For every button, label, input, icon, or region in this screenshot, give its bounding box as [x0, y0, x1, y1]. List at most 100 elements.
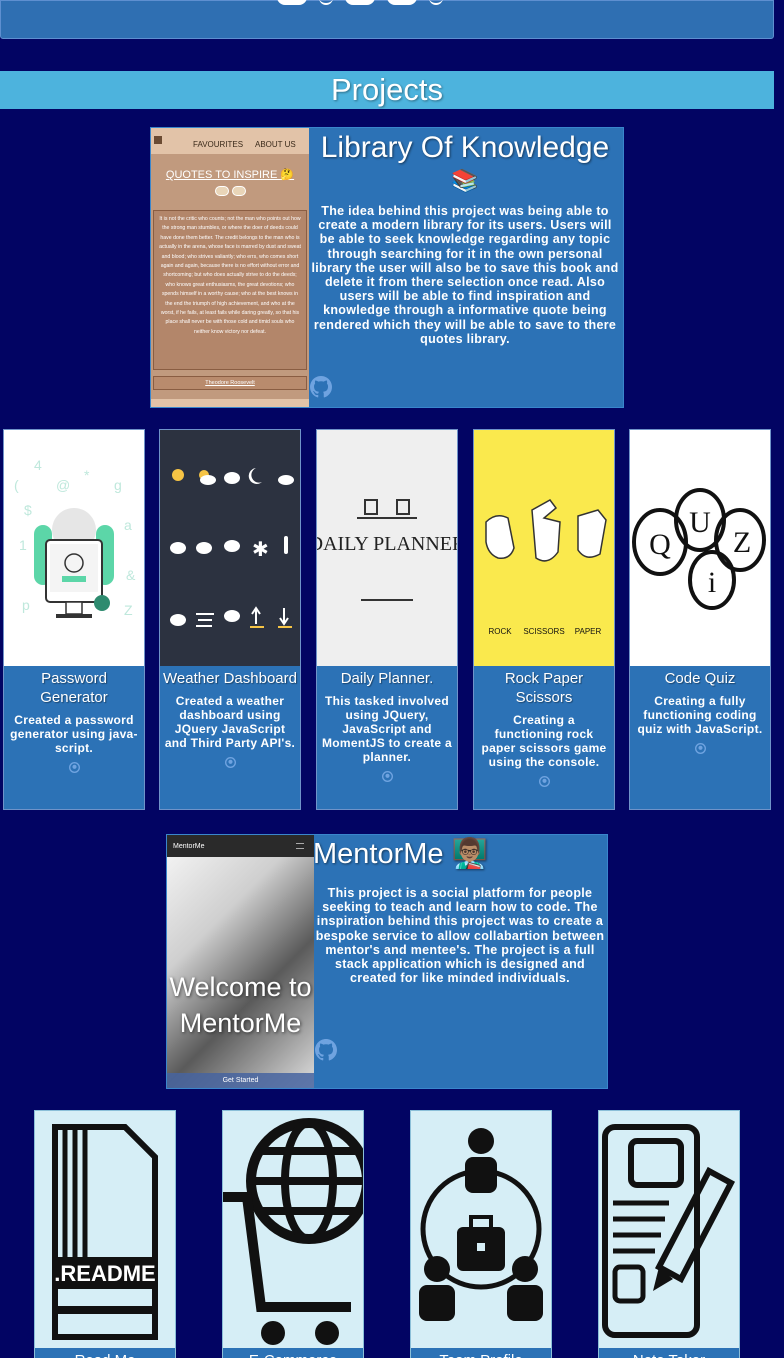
add-icon	[214, 186, 229, 196]
stack-icon[interactable]	[429, 0, 443, 5]
svg-text:p: p	[22, 597, 30, 613]
screenshot-nav: FAVOURITES ABOUT US	[151, 128, 309, 154]
screenshot-heading: QUOTES TO INSPIRE 🤔	[165, 169, 295, 181]
readme-image[interactable]: .README	[35, 1111, 175, 1347]
password-generator-card: (4 * g $ a 1 & p Z @ Password Generator Created…	[3, 429, 145, 810]
card-title: Weather Dashboard	[163, 670, 297, 687]
rock-paper-scissors-card: ROCK SCISSORS PAPER Rock Paper Scissors …	[473, 429, 615, 810]
rock-paper-scissors-image[interactable]: ROCK SCISSORS PAPER	[474, 430, 614, 666]
refresh-icon	[231, 186, 246, 196]
library-text: Library Of Knowledge 📚 The idea behind t…	[307, 128, 623, 409]
screenshot-footer	[151, 399, 309, 407]
card-title: Code Quiz	[664, 670, 736, 687]
css-icon[interactable]	[387, 0, 417, 5]
note-taker-image[interactable]	[599, 1111, 739, 1347]
github-icon[interactable]	[694, 743, 706, 754]
projects-heading: Projects	[0, 71, 774, 109]
weather-dashboard-image[interactable]: ✱	[160, 430, 300, 666]
rps-label-rock: ROCK	[488, 627, 512, 636]
svg-text:g: g	[114, 477, 122, 493]
readme-file-icon: .README	[52, 1124, 158, 1340]
card-description: Created a weather dashboard using JQuery…	[164, 694, 296, 750]
screenshot-nav-item: FAVOURITES	[193, 140, 244, 149]
quiz-letter-q: Q	[649, 528, 671, 561]
card-description: Created a password generator using java-…	[10, 713, 138, 755]
password-generator-image[interactable]: (4 * g $ a 1 & p Z @	[4, 430, 144, 666]
mentorme-screenshot[interactable]: MentorMe Welcome to MentorMe Get Started	[167, 835, 314, 1088]
weather-icons-grid: ✱	[170, 468, 294, 628]
get-started-button: Get Started	[167, 1073, 314, 1088]
quiz-letter-u: U	[689, 506, 711, 539]
planner-illustration: DAILY PLANNER	[317, 499, 457, 601]
screenshot-buttons	[151, 186, 309, 196]
note-pencil-icon	[602, 1124, 736, 1338]
readme-card: .README Read Me	[34, 1110, 176, 1358]
github-icon[interactable]	[538, 776, 550, 787]
hands-illustration: ROCK SCISSORS PAPER	[485, 499, 607, 636]
ecommerce-image[interactable]	[223, 1111, 363, 1347]
planner-image-text-1: DAILY PLANNER	[317, 533, 457, 555]
linkedin-icon[interactable]	[277, 0, 307, 5]
github-icon[interactable]	[310, 376, 332, 398]
daily-planner-image[interactable]: DAILY PLANNER	[317, 430, 457, 666]
mentorme-text: MentorMe 👨🏽‍🏫 This project is a social p…	[313, 835, 607, 1090]
card-title: Team Profile	[411, 1348, 551, 1358]
svg-text:a: a	[124, 517, 132, 533]
card-title: E-Commerce	[223, 1348, 363, 1358]
screenshot-brand: MentorMe	[173, 843, 205, 850]
code-quiz-card: Q U i Z Code Quiz Creating a fully funct…	[629, 429, 771, 810]
card-title: Password Generator	[40, 670, 108, 706]
note-taker-card: Note Taker	[598, 1110, 740, 1358]
ecommerce-card: E-Commerce	[222, 1110, 364, 1358]
card-description: Creating a functioning rock paper scisso…	[481, 713, 607, 769]
readme-image-text: .README	[54, 1261, 155, 1286]
card-title: Rock Paper Scissors	[504, 670, 584, 706]
html-icon[interactable]	[345, 0, 375, 5]
quiz-bubbles: Q U i Z	[632, 488, 766, 610]
team-icon	[419, 1128, 543, 1321]
rps-label-scissors: SCISSORS	[523, 627, 564, 636]
weather-dashboard-card: ✱ Weather Dashboard Created a weather da…	[159, 429, 301, 810]
quiz-letter-i: i	[708, 566, 716, 599]
screenshot-author: Theodore Roosevelt	[153, 376, 307, 390]
code-quiz-image[interactable]: Q U i Z	[630, 430, 770, 666]
library-screenshot[interactable]: FAVOURITES ABOUT US QUOTES TO INSPIRE 🤔 …	[151, 128, 309, 407]
github-icon[interactable]	[319, 0, 333, 5]
team-profile-card: Team Profile	[410, 1110, 552, 1358]
svg-text:Z: Z	[124, 602, 133, 618]
svg-text:1: 1	[19, 537, 27, 553]
github-icon[interactable]	[381, 771, 393, 782]
card-description: Creating a fully functioning coding quiz…	[637, 694, 763, 736]
card-title: Read Me	[35, 1348, 175, 1358]
svg-text:4: 4	[34, 457, 42, 473]
top-nav-bar	[0, 0, 774, 39]
books-emoji: 📚	[451, 168, 479, 193]
svg-text:(: (	[14, 477, 19, 493]
screenshot-nav: MentorMe	[167, 835, 314, 857]
mentorme-title: MentorMe 👨🏽‍🏫	[313, 838, 488, 870]
hamburger-icon	[296, 843, 304, 849]
svg-text:*: *	[84, 467, 90, 483]
screenshot-hero: Welcome to MentorMe Get Started	[167, 857, 314, 1088]
library-description: The idea behind this project was being a…	[311, 204, 619, 346]
social-icons	[277, 0, 443, 5]
quiz-letter-z: Z	[733, 526, 751, 559]
card-title: Note Taker	[599, 1348, 739, 1358]
daily-planner-card: DAILY PLANNER Daily Planner. This tasked…	[316, 429, 458, 810]
github-icon[interactable]	[224, 757, 236, 768]
team-profile-image[interactable]	[411, 1111, 551, 1347]
github-icon[interactable]	[315, 1039, 337, 1061]
card-title: Daily Planner.	[340, 670, 434, 687]
mentorme-project-card: MentorMe Welcome to MentorMe Get Started…	[166, 834, 608, 1089]
mentorme-description: This project is a social platform for pe…	[315, 886, 605, 986]
github-icon[interactable]	[68, 762, 80, 773]
svg-text:$: $	[24, 502, 32, 518]
library-title: Library Of Knowledge	[320, 131, 610, 164]
library-project-card: FAVOURITES ABOUT US QUOTES TO INSPIRE 🤔 …	[150, 127, 624, 408]
card-description: This tasked involved using JQuery, JavaS…	[321, 694, 453, 764]
logo-icon	[154, 136, 162, 144]
screenshot-nav-item: ABOUT US	[255, 140, 296, 149]
svg-text:✱: ✱	[252, 539, 269, 561]
password-illustration: (4 * g $ a 1 & p Z @	[14, 457, 136, 618]
rps-label-paper: PAPER	[575, 627, 602, 636]
